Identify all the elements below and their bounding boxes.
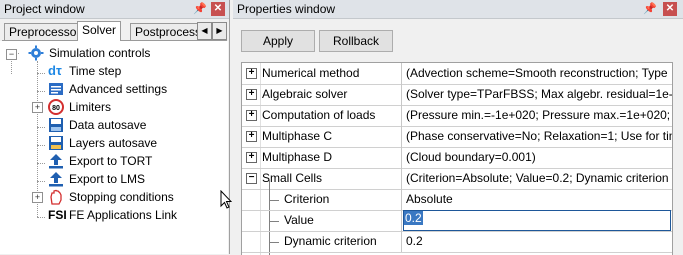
close-icon[interactable]: ✕: [211, 2, 225, 16]
property-value: (Phase conservative=No; Relaxation=1; Us…: [406, 129, 673, 143]
tree-item-label: Simulation controls: [49, 46, 151, 60]
tree-item-label: Advanced settings: [69, 80, 168, 98]
tree-item-label: Data autosave: [69, 118, 147, 132]
property-name: Multiphase C: [262, 129, 333, 143]
expand-icon[interactable]: +: [246, 152, 257, 163]
close-icon[interactable]: ✕: [663, 2, 677, 16]
property-name: Small Cells: [262, 171, 323, 185]
rollback-button[interactable]: Rollback: [319, 30, 393, 52]
tree-item-label: Stopping conditions: [69, 190, 174, 204]
project-tabs: Preprocessor Solver Postprocessor ◀ ▶: [2, 21, 227, 41]
tab-solver[interactable]: Solver: [77, 21, 122, 41]
value-input-selected-text: 0.2: [404, 211, 423, 225]
tree-item-label: Time step: [69, 64, 122, 78]
property-row-small-cells[interactable]: − Small Cells (Criterion=Absolute; Value…: [242, 168, 672, 190]
collapse-toggle[interactable]: −: [6, 49, 17, 60]
property-row-multiphase-c[interactable]: + Multiphase C (Phase conservative=No; R…: [242, 126, 672, 148]
property-name: Value: [284, 213, 314, 227]
tort-export-icon: [49, 154, 63, 169]
collapse-icon[interactable]: −: [246, 173, 257, 184]
mouse-cursor-icon: [220, 190, 232, 209]
project-window-title: Project window: [4, 2, 85, 16]
tab-scroll-right-icon[interactable]: ▶: [212, 22, 227, 40]
settings-list-icon: [49, 83, 63, 95]
solver-tree: − + + Simulation controls dτ Time step A…: [0, 41, 228, 254]
property-name: Numerical method: [262, 66, 360, 80]
hand-stop-icon: [50, 189, 62, 205]
pin-icon[interactable]: 📌: [193, 2, 207, 15]
property-row-dynamic-criterion[interactable]: Dynamic criterion 0.2: [242, 231, 672, 253]
property-row-criterion[interactable]: Criterion Absolute: [242, 189, 672, 211]
property-row-algebraic-solver[interactable]: + Algebraic solver (Solver type=TParFBSS…: [242, 84, 672, 106]
property-name: Criterion: [284, 192, 330, 206]
svg-text:80: 80: [52, 105, 60, 112]
property-name: Algebraic solver: [262, 87, 348, 101]
expand-icon[interactable]: +: [246, 110, 257, 121]
property-row-computation-of-loads[interactable]: + Computation of loads (Pressure min.=-1…: [242, 105, 672, 127]
tree-item-label: FE Applications Link: [69, 208, 178, 222]
project-window: Project window 📌 ✕ Preprocessor Solver P…: [0, 0, 230, 254]
expand-toggle[interactable]: +: [32, 102, 43, 113]
tab-scroll-left-icon[interactable]: ◀: [197, 22, 212, 40]
lms-export-icon: [49, 172, 63, 187]
property-grid: + Numerical method (Advection scheme=Smo…: [241, 62, 673, 255]
pin-icon[interactable]: 📌: [643, 2, 657, 15]
property-value: (Cloud boundary=0.001): [406, 150, 536, 164]
expand-icon[interactable]: +: [246, 68, 257, 79]
properties-window-title: Properties window: [237, 2, 336, 16]
property-row-multiphase-d[interactable]: + Multiphase D (Cloud boundary=0.001): [242, 147, 672, 169]
speed-limit-icon: 80: [48, 99, 64, 115]
property-value: (Criterion=Absolute; Value=0.2; Dynamic …: [406, 171, 669, 185]
properties-window: Properties window 📌 ✕ Apply Rollback + N…: [233, 0, 683, 255]
layers-autosave-icon: [49, 136, 63, 150]
property-value: (Advection scheme=Smooth reconstruction;…: [406, 66, 668, 80]
apply-button[interactable]: Apply: [241, 30, 315, 52]
property-row-numerical-method[interactable]: + Numerical method (Advection scheme=Smo…: [242, 63, 672, 85]
property-name: Multiphase D: [262, 150, 333, 164]
property-name: Dynamic criterion: [284, 234, 377, 248]
project-window-titlebar[interactable]: Project window 📌 ✕: [0, 0, 229, 19]
tree-item-label: Limiters: [69, 100, 112, 114]
tree-item-label: Export to LMS: [69, 172, 146, 186]
data-autosave-icon: [49, 118, 63, 132]
tab-preprocessor[interactable]: Preprocessor: [4, 23, 86, 40]
property-value: Absolute: [406, 192, 453, 206]
value-edit-field[interactable]: 0.2: [403, 210, 671, 231]
property-row-value[interactable]: Value 0.2: [242, 210, 672, 232]
gear-icon: [28, 45, 44, 61]
property-name: Computation of loads: [262, 108, 376, 122]
expand-toggle[interactable]: +: [32, 192, 43, 203]
fsi-icon: FSI: [48, 208, 67, 222]
property-value: 0.2: [406, 234, 423, 248]
properties-window-titlebar[interactable]: Properties window 📌 ✕: [233, 0, 683, 19]
tree-item-label: Layers autosave: [69, 136, 158, 150]
property-value: (Solver type=TParFBSS; Max algebr. resid…: [406, 87, 673, 101]
dt-icon: dτ: [48, 63, 62, 78]
property-value: (Pressure min.=-1e+020; Pressure max.=1e…: [406, 108, 673, 122]
expand-icon[interactable]: +: [246, 89, 257, 100]
tree-item-label: Export to TORT: [69, 154, 153, 168]
expand-icon[interactable]: +: [246, 131, 257, 142]
